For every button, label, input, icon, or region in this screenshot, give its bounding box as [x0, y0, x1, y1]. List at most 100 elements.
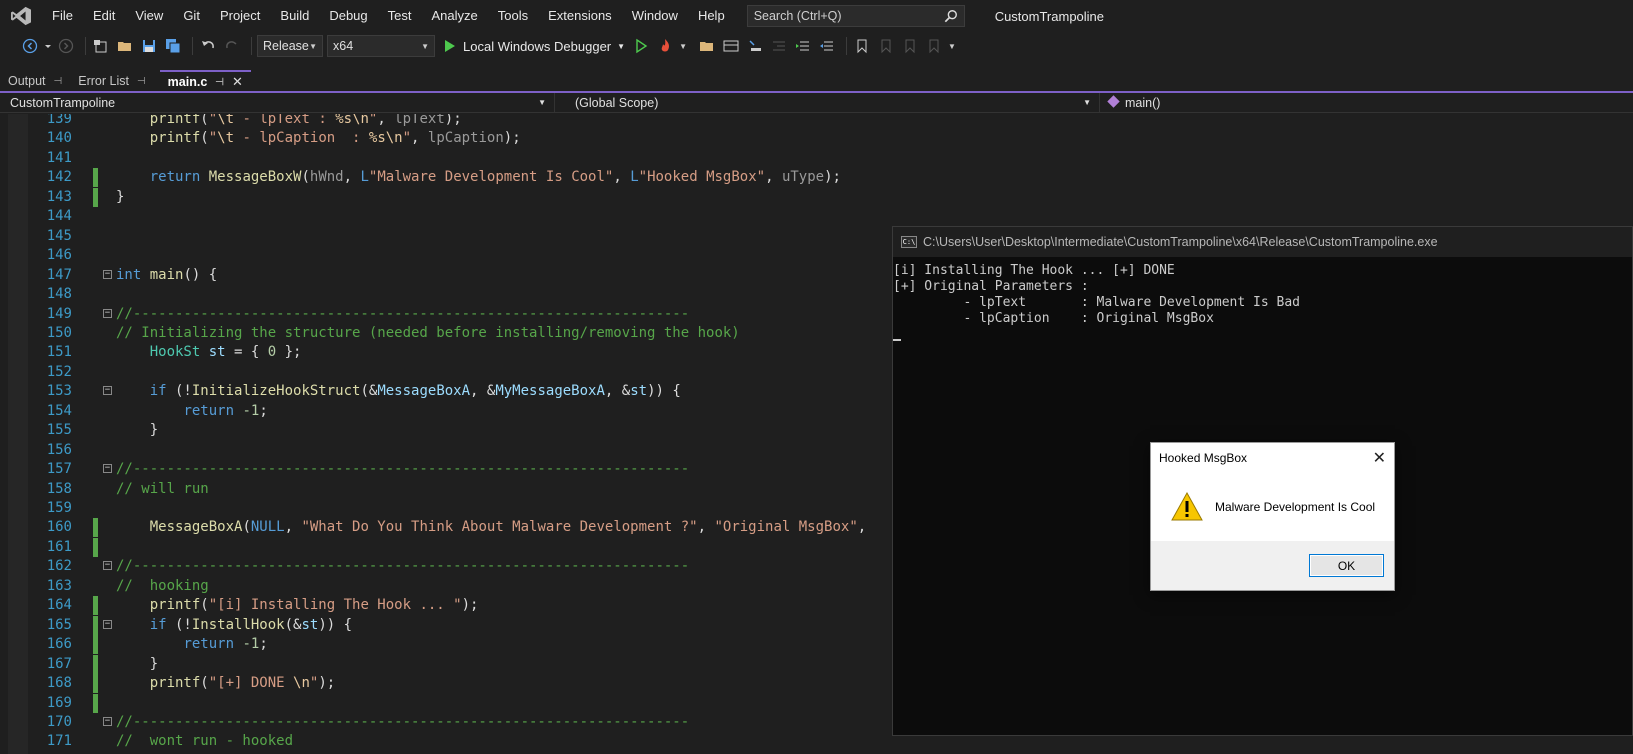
code-text: return -1; — [183, 636, 268, 653]
code-text: return MessageBoxW(hWnd, L"Malware Devel… — [149, 169, 841, 186]
bookmark-prev-icon[interactable] — [876, 36, 896, 56]
ok-button[interactable]: OK — [1309, 554, 1384, 577]
line-number: 170 — [46, 713, 72, 730]
navigate-back-icon[interactable] — [20, 36, 40, 56]
collapse-icon[interactable]: − — [103, 619, 112, 629]
code-line[interactable]: 140 printf("\t - lpCaption : %s\n", lpCa… — [0, 129, 1633, 148]
code-text: if (!InitializeHookStruct(&MessageBoxA, … — [149, 383, 681, 400]
close-icon[interactable]: ✕ — [1373, 448, 1386, 468]
collapse-icon[interactable]: − — [103, 269, 112, 279]
collapse-icon[interactable]: − — [103, 308, 112, 318]
menu-window[interactable]: Window — [622, 0, 688, 32]
code-text: // hooking — [116, 577, 209, 594]
menu-items: File Edit View Git Project Build Debug T… — [42, 0, 735, 32]
code-text: printf("[i] Installing The Hook ... "); — [149, 597, 479, 614]
collapse-icon[interactable]: − — [103, 561, 112, 571]
code-text: int main() { — [116, 266, 218, 283]
uncomment-icon[interactable] — [817, 36, 837, 56]
menu-debug[interactable]: Debug — [319, 0, 377, 32]
code-text: // Initializing the structure (needed be… — [116, 324, 740, 341]
member-dropdown[interactable]: main() — [1100, 93, 1633, 113]
menu-view[interactable]: View — [125, 0, 173, 32]
folder-icon[interactable] — [697, 36, 717, 56]
code-line[interactable]: 141 — [0, 149, 1633, 168]
redo-icon[interactable] — [222, 36, 242, 56]
code-line[interactable]: 142 return MessageBoxW(hWnd, L"Malware D… — [0, 168, 1633, 188]
pin-icon[interactable]: ⊣ — [54, 76, 63, 87]
menu-project[interactable]: Project — [210, 0, 270, 32]
configuration-select[interactable]: Release ▼ — [257, 35, 323, 57]
menu-edit[interactable]: Edit — [83, 0, 125, 32]
menu-help[interactable]: Help — [688, 0, 735, 32]
close-icon[interactable]: ✕ — [232, 74, 243, 90]
tab-main-c[interactable]: main.c ⊣ ✕ — [159, 70, 251, 92]
menu-file[interactable]: File — [42, 0, 83, 32]
bookmark-clear-icon[interactable] — [924, 36, 944, 56]
chevron-down-icon: ▼ — [421, 41, 429, 51]
code-text: HookSt st = { 0 }; — [149, 344, 302, 361]
platform-select[interactable]: x64 ▼ — [327, 35, 435, 57]
tab-output[interactable]: Output ⊣ — [0, 70, 70, 92]
bookmark-icon[interactable] — [852, 36, 872, 56]
pin-icon[interactable]: ⊣ — [215, 77, 224, 88]
open-folder-icon[interactable] — [115, 36, 135, 56]
collapse-icon[interactable]: − — [103, 386, 112, 396]
line-number: 149 — [46, 305, 72, 322]
line-number: 153 — [46, 383, 72, 400]
pin-icon[interactable]: ⊣ — [137, 76, 146, 87]
menu-build[interactable]: Build — [270, 0, 319, 32]
new-project-icon[interactable] — [91, 36, 111, 56]
console-title-bar[interactable]: C:\ C:\Users\User\Desktop\Intermediate\C… — [893, 227, 1632, 257]
comment-icon[interactable] — [793, 36, 813, 56]
line-number: 151 — [46, 344, 72, 361]
menu-tools[interactable]: Tools — [488, 0, 538, 32]
line-number: 147 — [46, 266, 72, 283]
save-all-icon[interactable] — [163, 36, 183, 56]
tab-error-list[interactable]: Error List ⊣ — [70, 70, 153, 92]
menu-git[interactable]: Git — [173, 0, 210, 32]
code-text: printf("\t - lpText : %s\n", lpText); — [149, 114, 462, 127]
indent-icon[interactable] — [769, 36, 789, 56]
line-number: 155 — [46, 422, 72, 439]
collapse-icon[interactable]: − — [103, 716, 112, 726]
menu-analyze[interactable]: Analyze — [421, 0, 487, 32]
console-line: [i] Installing The Hook ... [+] DONE — [893, 263, 1175, 278]
start-debugging-button[interactable]: Local Windows Debugger ▼ — [445, 39, 625, 54]
code-text: printf("\t - lpCaption : %s\n", lpCaptio… — [149, 130, 521, 147]
menu-bar: File Edit View Git Project Build Debug T… — [0, 0, 1633, 32]
code-line[interactable]: 144 — [0, 207, 1633, 226]
chevron-down-icon[interactable] — [44, 36, 52, 56]
menu-extensions[interactable]: Extensions — [538, 0, 622, 32]
layout-icon[interactable] — [721, 36, 741, 56]
toolbar-separator — [845, 37, 847, 55]
change-indicator — [93, 596, 98, 616]
step-icon[interactable] — [745, 36, 765, 56]
menu-test[interactable]: Test — [378, 0, 422, 32]
start-without-debugging-icon[interactable] — [631, 36, 651, 56]
hot-reload-icon[interactable] — [655, 36, 675, 56]
code-text: //--------------------------------------… — [116, 305, 690, 322]
line-number: 144 — [46, 208, 72, 225]
search-placeholder: Search (Ctrl+Q) — [753, 9, 842, 23]
line-number: 165 — [46, 616, 72, 633]
code-line[interactable]: 143} — [0, 187, 1633, 207]
dialog-title-bar[interactable]: Hooked MsgBox ✕ — [1151, 443, 1394, 473]
scope-dropdown[interactable]: (Global Scope) ▼ — [555, 92, 1100, 113]
line-number: 162 — [46, 558, 72, 575]
bookmark-next-icon[interactable] — [900, 36, 920, 56]
tab-label: main.c — [167, 75, 208, 89]
visual-studio-logo-icon[interactable] — [0, 0, 42, 32]
console-line: - lpText : Malware Development Is Bad — [893, 295, 1300, 310]
collapse-icon[interactable]: − — [103, 464, 112, 474]
line-number: 164 — [46, 597, 72, 614]
save-icon[interactable] — [139, 36, 159, 56]
search-input[interactable]: Search (Ctrl+Q) — [746, 5, 965, 27]
code-line[interactable]: 139 printf("\t - lpText : %s\n", lpText)… — [0, 114, 1633, 129]
navigate-forward-icon[interactable] — [56, 36, 76, 56]
configuration-value: Release — [263, 39, 309, 53]
undo-icon[interactable] — [198, 36, 218, 56]
project-dropdown[interactable]: CustomTrampoline ▼ — [0, 92, 555, 113]
toolbar-overflow-icon[interactable]: ▼ — [948, 42, 956, 51]
chevron-down-icon[interactable]: ▼ — [679, 42, 687, 51]
line-number: 166 — [46, 636, 72, 653]
